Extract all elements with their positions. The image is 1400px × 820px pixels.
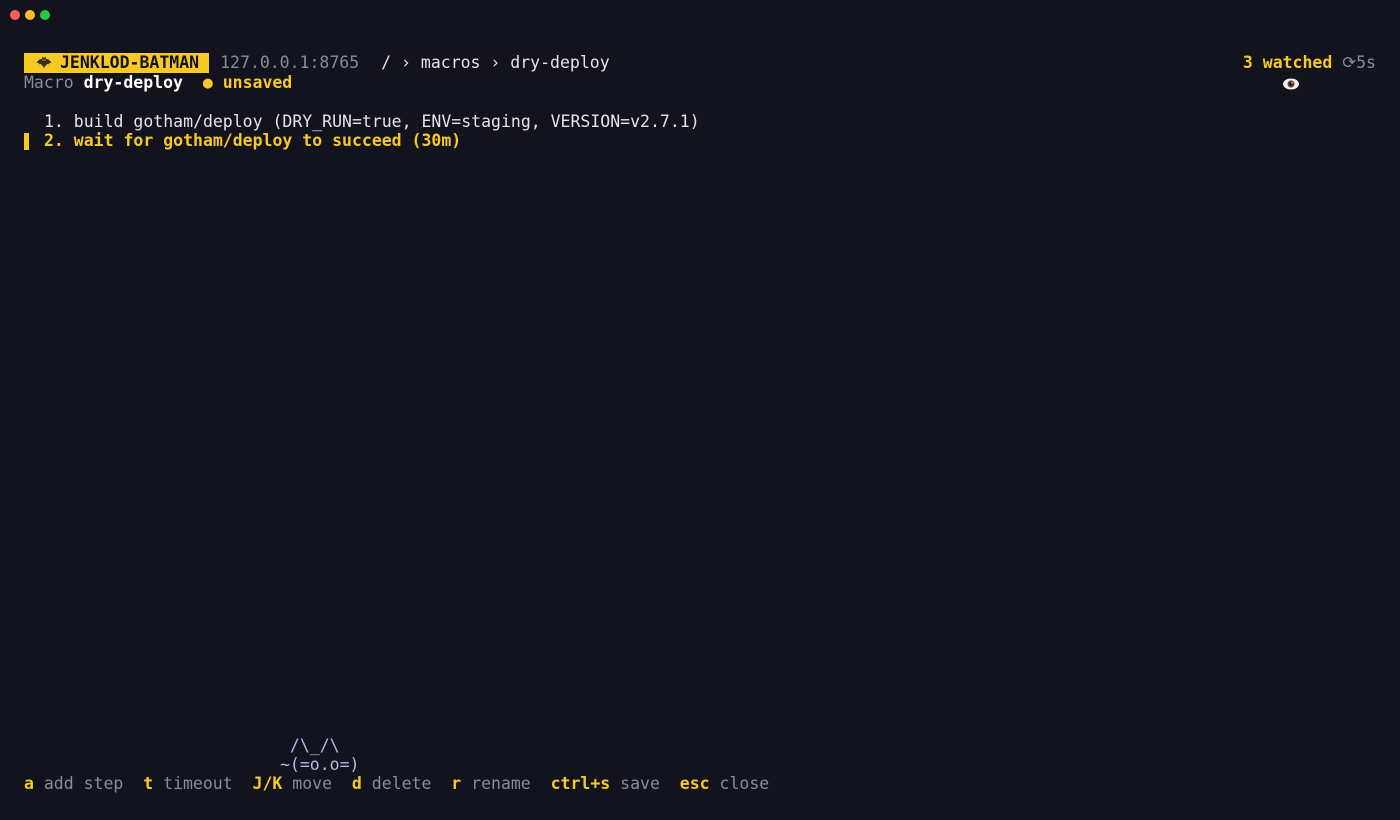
macro-name: dry-deploy [83, 73, 183, 92]
minimize-window-button[interactable] [25, 10, 35, 20]
shortcut-key-rename[interactable]: r [451, 774, 461, 793]
shortcut-label-close: close [719, 774, 770, 793]
refresh-interval: ⟳5s [1342, 53, 1376, 72]
shortcut-key-move[interactable]: J/K [253, 774, 283, 793]
cat-mascot: /\_/\ ~(=o.o=) [280, 736, 359, 774]
header-bar: JENKLOD-BATMAN 127.0.0.1:8765 / › macros… [24, 53, 1376, 90]
close-window-button[interactable] [10, 10, 20, 20]
unsaved-dot-icon: ● [202, 73, 213, 92]
shortcut-key-save[interactable]: ctrl+s [551, 774, 611, 793]
shortcut-bar: a add step t timeout J/K move d delete r… [24, 774, 769, 794]
shortcut-key-delete[interactable]: d [352, 774, 362, 793]
shortcut-key-timeout[interactable]: t [143, 774, 153, 793]
mascot-line-1: /\_/\ [280, 736, 340, 755]
macro-step-2[interactable]: 2. wait for gotham/deploy to succeed (30… [44, 131, 461, 151]
macro-status: unsaved [222, 73, 293, 92]
watched-label: 3 watched [1242, 53, 1333, 72]
brand-name: JENKLOD-BATMAN [60, 53, 200, 72]
macro-title-line: Macro dry-deploy ● unsaved [24, 73, 292, 93]
window-controls [10, 10, 50, 20]
shortcut-label-delete: delete [371, 774, 432, 793]
macro-step-1[interactable]: 1. build gotham/deploy (DRY_RUN=true, EN… [44, 112, 700, 132]
watched-count: 3 watched [1222, 53, 1333, 90]
shortcut-key-add-step[interactable]: a [24, 774, 34, 793]
breadcrumb: / › macros › dry-deploy [381, 53, 610, 72]
shortcut-label-add-step: add step [43, 774, 124, 793]
app-brand: JENKLOD-BATMAN [24, 53, 210, 73]
shortcut-label-timeout: timeout [163, 774, 233, 793]
shortcut-label-rename: rename [471, 774, 531, 793]
macro-label: Macro [24, 73, 74, 92]
shortcut-label-move: move [292, 774, 333, 793]
shortcut-key-close[interactable]: esc [680, 774, 710, 793]
mascot-line-2: ~(=o.o=) [280, 755, 360, 774]
shortcut-label-save: save [620, 774, 660, 793]
eye-icon [1222, 56, 1299, 90]
selection-cursor [24, 133, 29, 150]
bat-icon [36, 56, 52, 70]
server-host: 127.0.0.1:8765 [220, 53, 360, 72]
maximize-window-button[interactable] [40, 10, 50, 20]
